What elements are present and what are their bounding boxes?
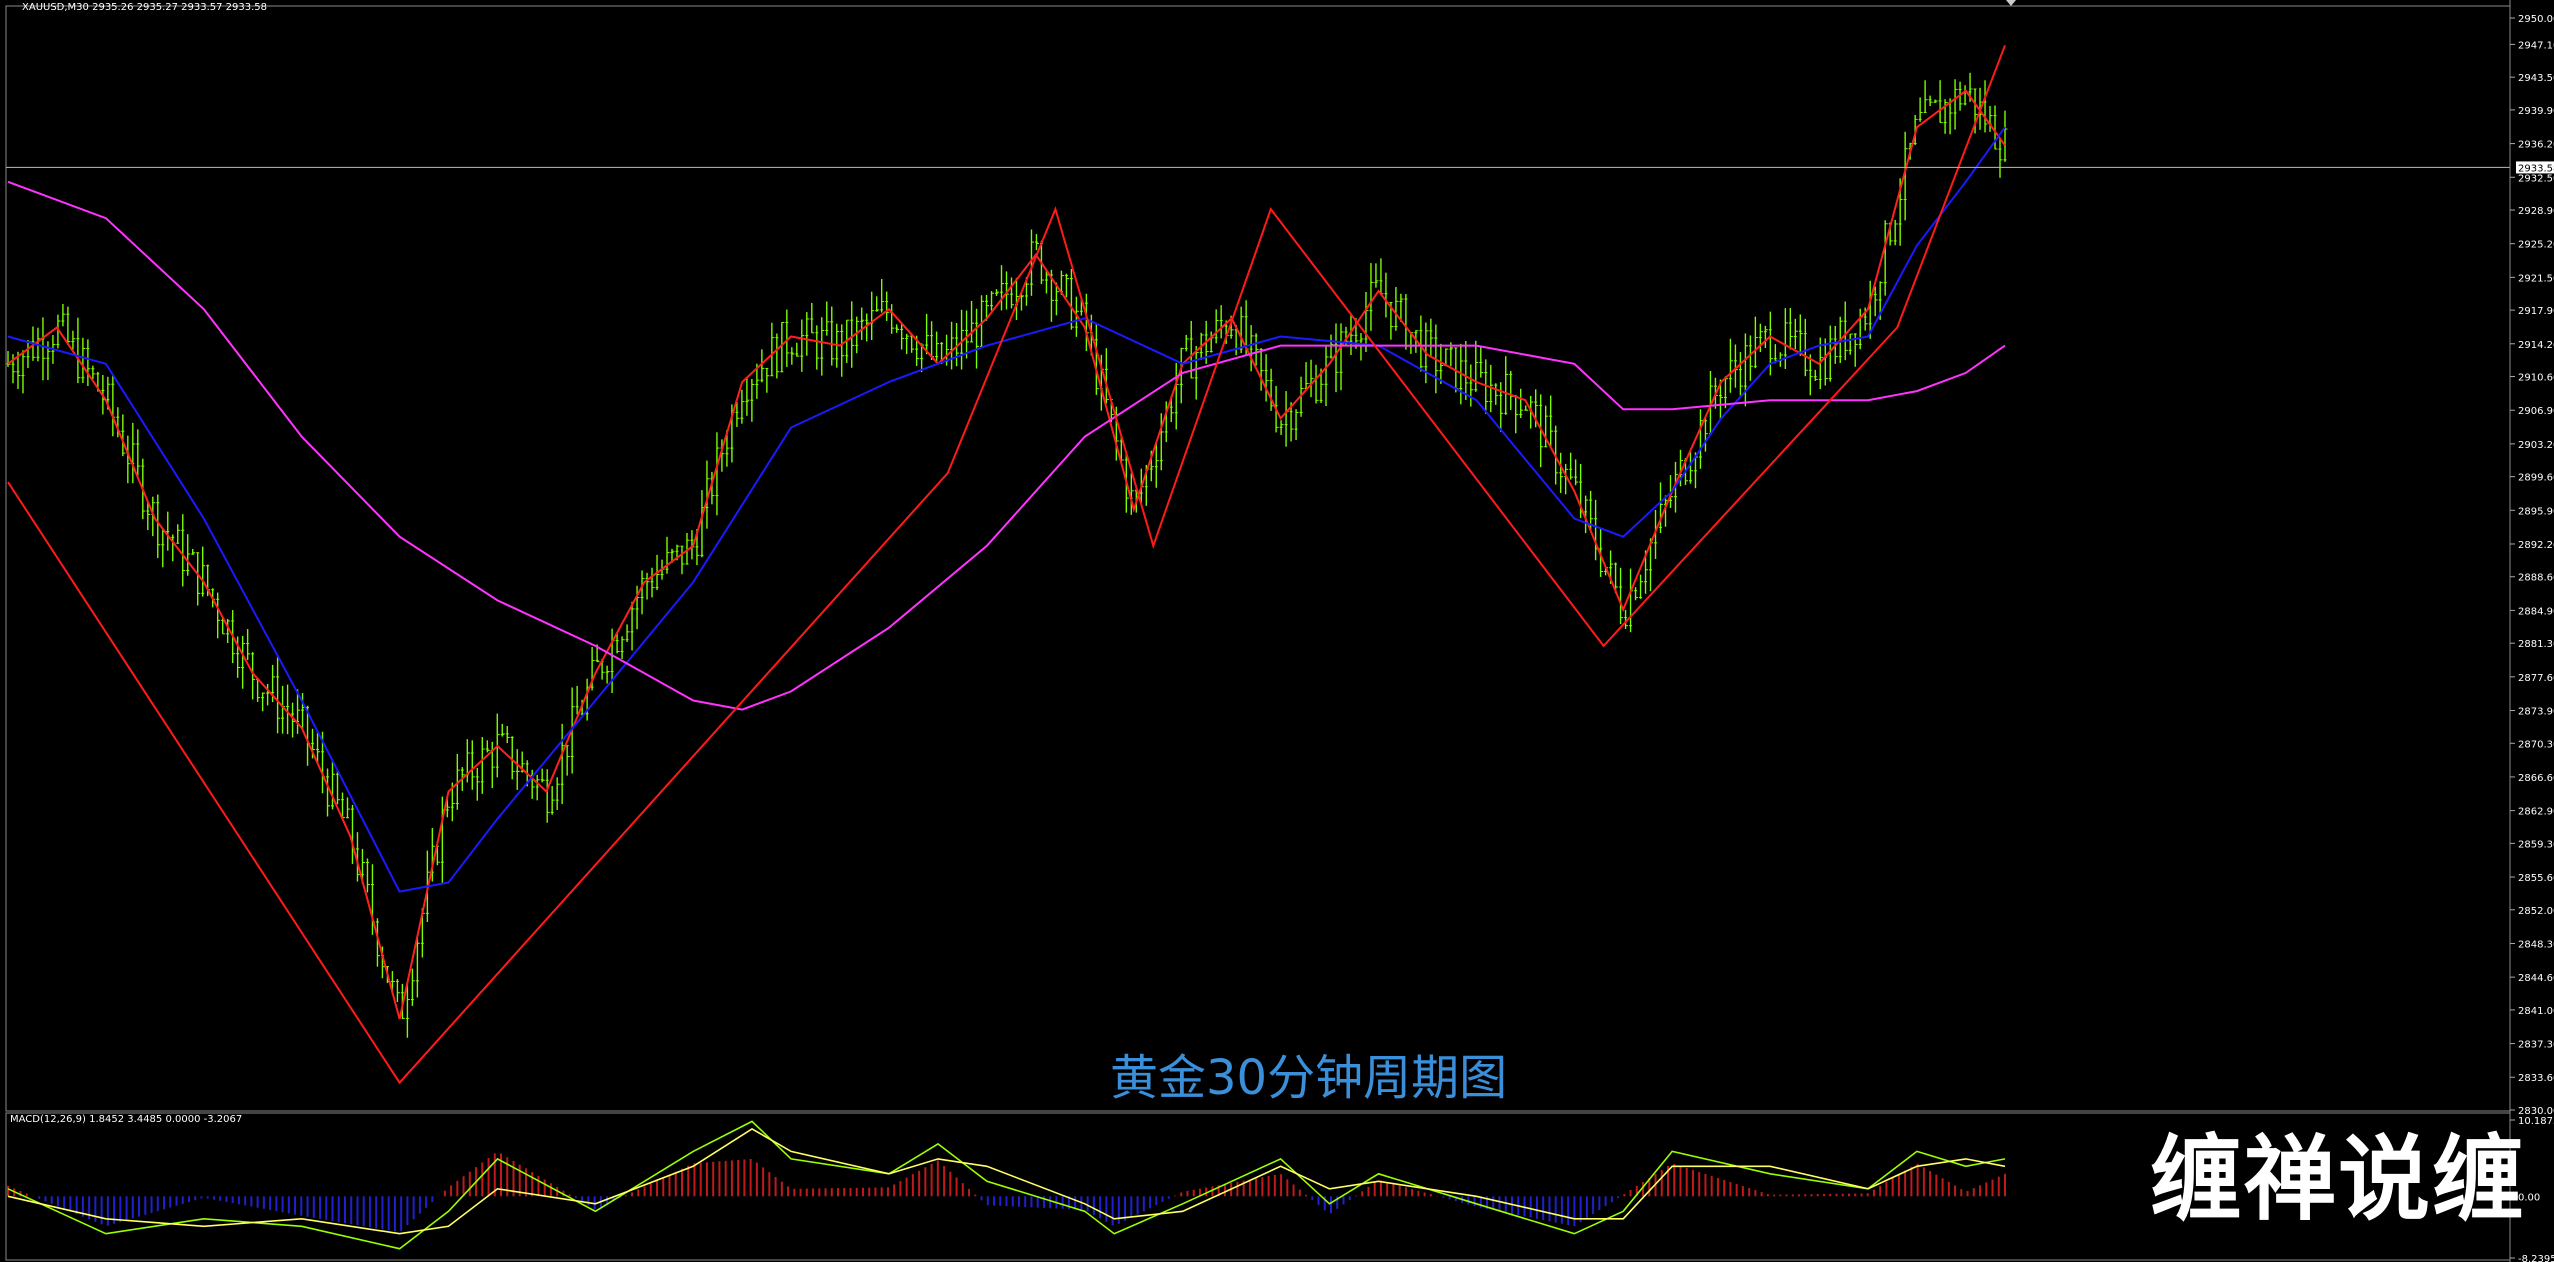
macd-panel-border — [5, 1112, 2511, 1261]
y-tick-label: 2921.50 — [2518, 273, 2554, 284]
watermark: 缠禅说缠 — [2150, 1126, 2527, 1233]
macd-indicator-label: MACD(12,26,9) 1.8452 3.4485 0.0000 -3.20… — [10, 1114, 243, 1125]
macd-tick-label: -8.2395 — [2518, 1254, 2554, 1262]
y-tick-label: 2903.20 — [2518, 440, 2554, 451]
symbol-header: XAUUSD,M30 2935.26 2935.27 2933.57 2933.… — [22, 2, 268, 13]
y-tick-label: 2950.00 — [2518, 14, 2554, 25]
y-tick-label: 2837.30 — [2518, 1040, 2554, 1051]
y-tick-label: 2855.60 — [2518, 873, 2554, 884]
y-tick-label: 2884.90 — [2518, 606, 2554, 617]
y-tick-label: 2943.50 — [2518, 73, 2554, 84]
y-tick-label: 2881.30 — [2518, 639, 2554, 650]
y-tick-label: 2906.90 — [2518, 406, 2554, 417]
y-tick-label: 2848.30 — [2518, 939, 2554, 950]
y-tick-label: 2852.00 — [2518, 906, 2554, 917]
y-tick-label: 2841.00 — [2518, 1006, 2554, 1017]
current-price-label: 2933.58 — [2518, 163, 2554, 174]
y-tick-label: 2932.50 — [2518, 173, 2554, 184]
chart-caption: 黄金30分钟周期图 — [1110, 1050, 1508, 1106]
y-tick-label: 2936.20 — [2518, 140, 2554, 151]
y-tick-label: 2877.60 — [2518, 673, 2554, 684]
y-tick-label: 2925.20 — [2518, 240, 2554, 251]
y-tick-label: 2917.90 — [2518, 306, 2554, 317]
price-axis: 2950.00 2947.10 2943.50 2939.90 2936.20 2932.… — [2509, 0, 2554, 1262]
y-tick-label: 2892.20 — [2518, 540, 2554, 551]
y-tick-label: 2866.60 — [2518, 773, 2554, 784]
y-tick-label: 2914.20 — [2518, 340, 2554, 351]
y-tick-label: 2844.60 — [2518, 973, 2554, 984]
y-tick-label: 2899.60 — [2518, 473, 2554, 484]
y-tick-label: 2859.30 — [2518, 839, 2554, 850]
y-tick-label: 2910.60 — [2518, 373, 2554, 384]
zigzag-line — [7, 44, 2006, 1085]
y-tick-label: 2939.90 — [2518, 106, 2554, 117]
price-chart — [5, 5, 2511, 1112]
y-tick-label: 2833.60 — [2518, 1073, 2554, 1084]
y-tick-label: 2928.90 — [2518, 206, 2554, 217]
y-tick-label: 2947.10 — [2518, 40, 2554, 51]
main-panel-border — [5, 5, 2511, 1112]
ma-fast-line — [7, 89, 2006, 1020]
y-tick-label: 2862.90 — [2518, 807, 2554, 818]
ma-mid-line — [7, 126, 2006, 893]
chart-shift-marker-icon[interactable] — [2006, 0, 2016, 6]
y-tick-label: 2888.60 — [2518, 573, 2554, 584]
y-tick-label: 2895.90 — [2518, 506, 2554, 517]
macd-panel — [5, 1112, 2511, 1261]
y-tick-label: 2870.30 — [2518, 739, 2554, 750]
y-tick-label: 2873.90 — [2518, 707, 2554, 718]
